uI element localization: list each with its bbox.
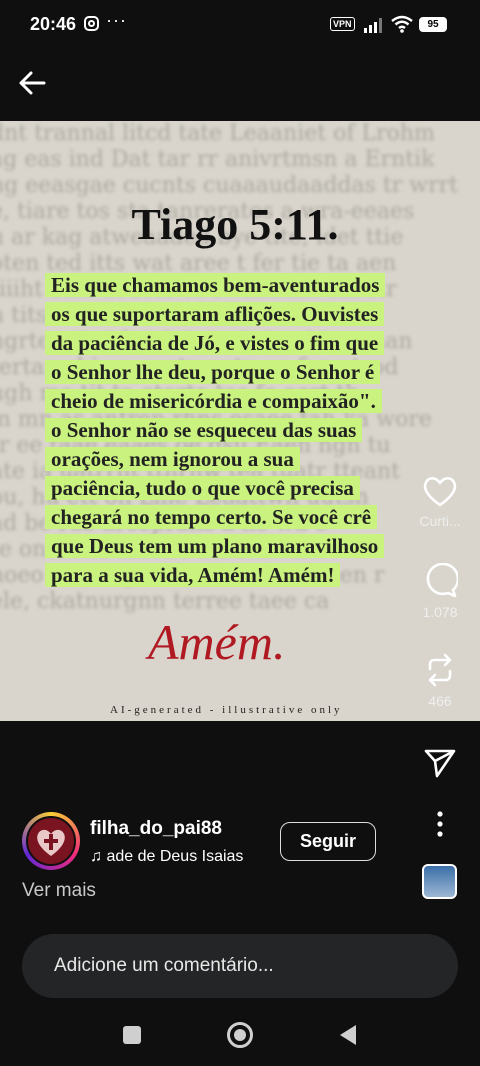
- verse-line: o Senhor lhe deu, porque o Senhor é: [45, 360, 381, 384]
- signal-icon: [364, 18, 382, 33]
- post-image[interactable]: dnt trannal litcd tate Leaaniet of Lrohm…: [0, 121, 480, 721]
- verse-line: cheio de misericórdia e compaixão".: [45, 389, 382, 413]
- verse-title: Tiago 5:11.: [131, 200, 339, 249]
- verse-line: o Senhor não se esqueceu das suas: [45, 418, 363, 442]
- amen-signature: Amém.: [148, 614, 286, 670]
- status-bar: 20:46 ··· VPN 95: [0, 0, 480, 50]
- repost-action[interactable]: 466: [418, 652, 462, 709]
- author-username[interactable]: filha_do_pai88: [90, 818, 222, 840]
- verse-line: paciência, tudo o que você precisa: [45, 476, 360, 500]
- verse-line: para a sua vida, Amém! Amém!: [45, 563, 341, 587]
- back-triangle-icon[interactable]: [338, 1024, 358, 1046]
- more-notifications-icon: ···: [106, 10, 127, 30]
- see-more-link[interactable]: Ver mais: [22, 880, 96, 902]
- system-nav-bar: [0, 1010, 480, 1066]
- clock: 20:46: [30, 14, 77, 34]
- arrow-left-icon[interactable]: [16, 66, 50, 100]
- avatar-image: [26, 816, 76, 866]
- comments-count: 1.078: [422, 604, 458, 620]
- vpn-badge: VPN: [330, 17, 355, 31]
- heart-cross-icon: [37, 829, 65, 856]
- verse-line: orações, nem ignorou a sua: [45, 447, 300, 471]
- heart-icon: [423, 477, 457, 507]
- follow-button[interactable]: Seguir: [280, 822, 376, 861]
- verse-line: que Deus tem um plano maravilhoso: [45, 534, 385, 558]
- avatar[interactable]: [22, 812, 80, 870]
- ai-generated-notice: AI-generated - illustrative only: [110, 704, 343, 716]
- like-action[interactable]: Curti...: [418, 474, 462, 529]
- verse-line: da paciência de Jó, e vistes o fim que: [45, 331, 385, 355]
- more-options-icon[interactable]: [431, 810, 449, 838]
- comment-bubble-icon: [426, 562, 460, 598]
- share-action[interactable]: [418, 746, 462, 785]
- home-icon[interactable]: [226, 1021, 254, 1049]
- music-note-icon: ♫: [90, 848, 107, 865]
- music-track[interactable]: ♫ ade de Deus Isaias: [90, 848, 268, 866]
- wifi-icon: [391, 15, 413, 33]
- audio-thumbnail[interactable]: [422, 864, 457, 899]
- reposts-count: 466: [428, 693, 452, 709]
- share-send-icon: [424, 749, 456, 778]
- verse-line: chegará no tempo certo. Se você crê: [45, 505, 378, 529]
- music-track-label: ade de Deus Isaias: [106, 848, 244, 865]
- like-label: Curti...: [419, 513, 461, 529]
- verse-line: Eis que chamamos bem-aventurados: [45, 273, 386, 297]
- recent-apps-icon[interactable]: [122, 1025, 142, 1045]
- verse-text: Eis que chamamos bem-aventurados os que …: [45, 271, 440, 590]
- comment-input[interactable]: Adicione um comentário...: [22, 934, 458, 998]
- repost-icon: [428, 653, 452, 687]
- battery-indicator: 95: [419, 17, 447, 32]
- verse-line: os que suportaram aflições. Ouvistes: [45, 302, 385, 326]
- instagram-notification-icon: [84, 16, 99, 31]
- comment-action[interactable]: 1.078: [418, 562, 462, 620]
